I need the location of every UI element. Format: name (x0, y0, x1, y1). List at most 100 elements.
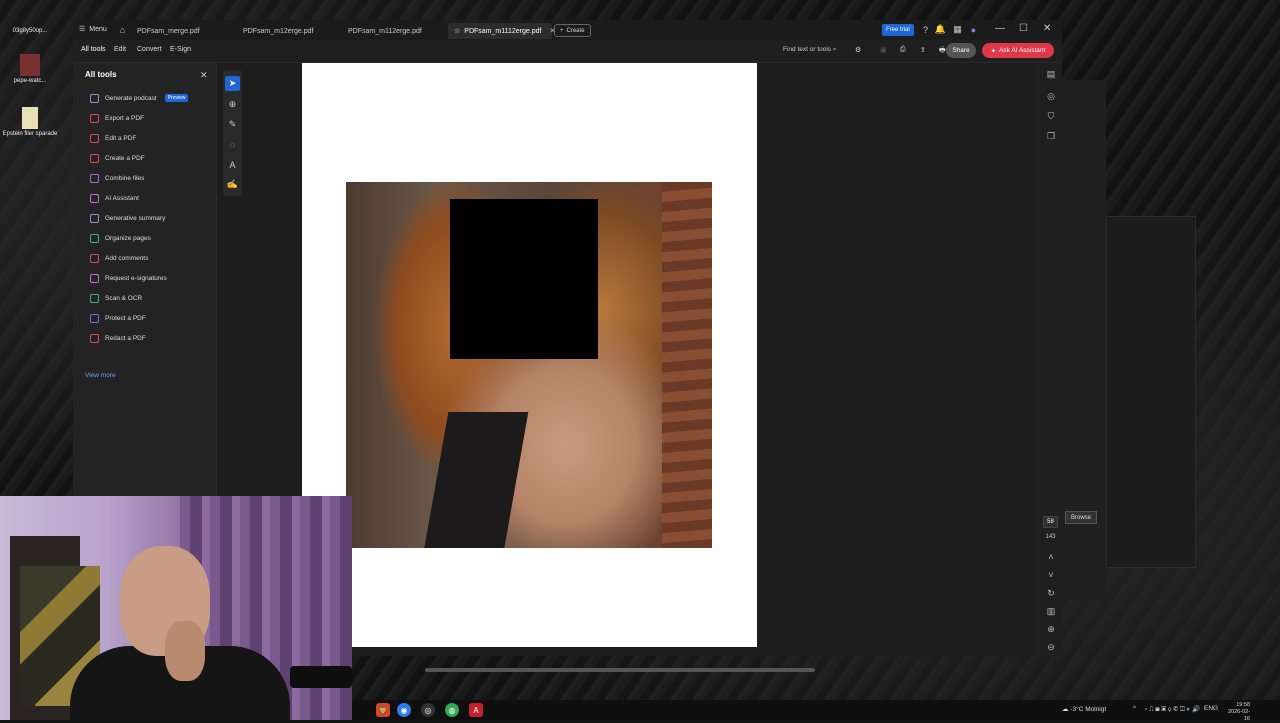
signature-icon[interactable]: ✍ (225, 177, 240, 192)
tool-item[interactable]: Generate podcast Preview (90, 91, 189, 105)
tool-item[interactable]: Scan & OCR (90, 291, 142, 305)
tray-icons[interactable]: ▫ ⎍ ◙ ▣ ⚲ ✆ ◫ ◐ 🔊 (1145, 705, 1201, 714)
desktop-icon-label: Epstein filer sparade (2, 131, 58, 137)
tool-label: Add comments (105, 254, 149, 262)
dress-region (423, 412, 529, 548)
desktop-icon-folder[interactable]: Epstein filer sparade (0, 107, 60, 137)
language-indicator[interactable]: ENG (1204, 705, 1218, 712)
panel-title: All tools (85, 70, 117, 79)
pen-icon[interactable]: ✎ (225, 117, 240, 132)
select-cursor-icon[interactable]: ➤ (225, 76, 240, 91)
tool-label: Protect a PDF (105, 314, 146, 322)
bell-icon[interactable]: 🔔 (935, 24, 946, 35)
tool-item[interactable]: Edit a PDF (90, 131, 136, 145)
minimize-icon[interactable]: — (995, 23, 1005, 34)
close-window-icon[interactable]: ✕ (1043, 23, 1051, 34)
comment-icon[interactable]: ▤ (1044, 67, 1058, 81)
create-button[interactable]: + Create (554, 24, 591, 37)
page-photo (346, 182, 712, 548)
weather[interactable]: ☁ -3°C Molnigt (1062, 705, 1106, 713)
tool-icon (90, 113, 99, 123)
tab-document[interactable]: PDFsam_merge.pdf (131, 23, 231, 39)
ask-ai-label: Ask AI Assistant (999, 47, 1046, 54)
tool-item[interactable]: Export a PDF (90, 111, 144, 125)
plus-icon: + (560, 27, 564, 34)
bookmark-icon[interactable]: ⛉ (1044, 109, 1058, 123)
tool-icon (90, 93, 99, 103)
apps-grid-icon[interactable]: ▦ (952, 24, 963, 35)
app-green-icon[interactable]: ◍ (445, 703, 459, 717)
tool-label: Scan & OCR (105, 294, 143, 302)
menu-edit[interactable]: Edit (114, 46, 126, 53)
tool-icon (90, 173, 99, 183)
desktop-icon-image[interactable]: pepe-watc... (0, 54, 60, 84)
copy-icon[interactable]: ❐ (1044, 129, 1058, 143)
ask-ai-assistant-button[interactable]: ✦ Ask AI Assistant (982, 43, 1054, 58)
printer-icon[interactable]: 🖶 (939, 46, 946, 57)
tool-label: Generate podcast (105, 94, 157, 102)
tab-document[interactable]: PDFsam_m12erge.pdf (237, 23, 337, 39)
avatar[interactable]: ● (968, 24, 979, 35)
desktop-icon-label: 03g8y50op... (12, 28, 48, 34)
menu-esign[interactable]: E-Sign (170, 46, 191, 53)
tool-item[interactable]: Create a PDF (90, 151, 145, 165)
close-panel-icon[interactable]: ✕ (200, 70, 208, 81)
tab-document-active[interactable]: ☆ PDFsam_m1112erge.pdf ✕ (448, 23, 555, 39)
tool-item[interactable]: Generative summary (90, 211, 165, 225)
free-trial-button[interactable]: Free trial (882, 24, 914, 36)
tool-item[interactable]: AI Assistant (90, 191, 139, 205)
chevron-up-icon[interactable]: ˄ (1044, 550, 1058, 564)
chevron-down-icon[interactable]: ˅ (1044, 568, 1058, 582)
lasso-icon[interactable]: ◌ (225, 137, 240, 152)
zoom-in-icon[interactable]: ⊕ (1044, 622, 1058, 636)
menu-button[interactable]: ☰ Menu (79, 25, 107, 34)
text-box-icon[interactable]: A (225, 157, 240, 172)
tool-icon (90, 233, 99, 243)
obs-icon[interactable]: ◎ (421, 703, 435, 717)
view-more-link[interactable]: View more (85, 372, 116, 379)
share-button[interactable]: Share (946, 43, 976, 58)
help-icon[interactable]: ? (920, 24, 931, 35)
find-label: Find text or tools (783, 46, 832, 53)
tray-chevron-icon[interactable]: ^ (1133, 705, 1136, 712)
menu-all-tools[interactable]: All tools (81, 46, 106, 53)
tool-item[interactable]: Combine files (90, 171, 144, 185)
tab-document[interactable]: PDFsam_m112erge.pdf (342, 23, 446, 39)
date: 2026-02-16 (1227, 709, 1250, 722)
zoom-icon[interactable]: ⊕ (225, 97, 240, 112)
desktop-icon-file[interactable]: 03g8y50op... (0, 28, 60, 34)
right-sidebar: ▤ ◎ ⛉ ❐ 58 143 ˄ ˅ ↻ ▥ ⊕ ⊖ (1040, 63, 1062, 656)
menu-label: Menu (89, 25, 107, 33)
horizontal-scrollbar[interactable] (425, 668, 815, 672)
brave-browser-icon[interactable]: 🦁 (376, 703, 390, 717)
print-icon[interactable]: ⎙ (900, 46, 906, 54)
weather-label: -3°C Molnigt (1070, 706, 1107, 713)
save-icon: ▣ (880, 47, 887, 54)
star-icon[interactable]: ☆ (454, 27, 460, 35)
tool-item[interactable]: Organize pages (90, 231, 151, 245)
tool-item[interactable]: Protect a PDF (90, 311, 146, 325)
maximize-icon[interactable]: ☐ (1019, 23, 1028, 34)
layers-icon[interactable]: ◎ (1044, 89, 1058, 103)
page-fit-icon[interactable]: ▥ (1044, 604, 1058, 618)
rotate-icon[interactable]: ↻ (1044, 586, 1058, 600)
browse-button[interactable]: Browse (1065, 511, 1097, 524)
ai-tool-icon[interactable]: ⚙ (855, 46, 861, 54)
acrobat-icon[interactable]: A (469, 703, 483, 717)
current-page-field[interactable]: 58 (1043, 516, 1058, 528)
chrome-icon[interactable]: ◉ (397, 703, 411, 717)
menu-bar: All tools Edit Convert E-Sign Find text … (73, 40, 1062, 63)
tool-item[interactable]: Request e-signatures (90, 271, 167, 285)
tool-item[interactable]: Redact a PDF (90, 331, 146, 345)
tool-icon (90, 273, 99, 283)
tool-item[interactable]: Add comments (90, 251, 148, 265)
create-label: Create (566, 27, 585, 34)
find-text-tools[interactable]: Find text or tools ⌕ (783, 46, 837, 54)
free-trial-label: Free trial (886, 27, 910, 33)
image-thumbnail-icon (20, 54, 40, 76)
upload-icon[interactable]: ⇪ (920, 46, 926, 54)
menu-convert[interactable]: Convert (137, 46, 162, 53)
home-icon[interactable]: ⌂ (117, 24, 128, 35)
zoom-out-icon[interactable]: ⊖ (1044, 640, 1058, 654)
tool-label: Create a PDF (105, 154, 145, 162)
